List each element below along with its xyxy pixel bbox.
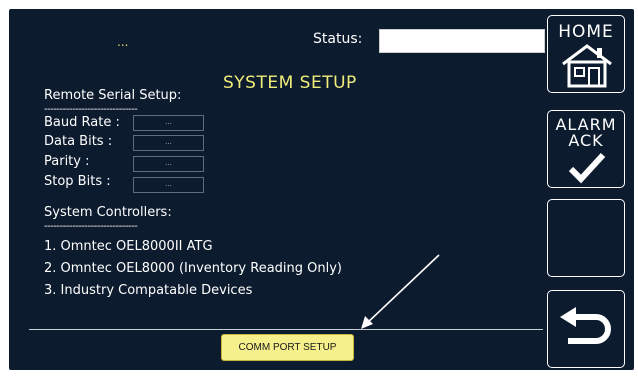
ack-label: ACK xyxy=(568,131,604,150)
controller-item-1: 1. Omntec OEL8000II ATG xyxy=(44,239,213,254)
home-icon xyxy=(562,44,612,88)
data-bits-field[interactable]: ... xyxy=(133,135,204,151)
blank-button[interactable] xyxy=(547,199,625,277)
controller-item-2: 2. Omntec OEL8000 (Inventory Reading Onl… xyxy=(44,261,342,276)
annotation-arrow xyxy=(361,254,440,329)
baud-rate-field[interactable]: ... xyxy=(133,115,204,131)
back-arrow-icon xyxy=(560,307,611,344)
comm-port-setup-button[interactable]: COMM PORT SETUP xyxy=(221,334,354,361)
header-ellipsis: ... xyxy=(117,35,129,49)
status-label: Status: xyxy=(313,31,363,47)
home-button[interactable]: HOME xyxy=(547,15,625,93)
divider-line xyxy=(29,329,543,330)
stop-bits-field[interactable]: ... xyxy=(133,177,204,193)
controller-item-3: 3. Industry Compatable Devices xyxy=(44,283,253,298)
stop-bits-label: Stop Bits : xyxy=(44,174,111,189)
data-bits-label: Data Bits : xyxy=(44,134,113,149)
remote-serial-heading: Remote Serial Setup: xyxy=(44,88,182,103)
system-controllers-heading: System Controllers: xyxy=(44,205,172,220)
alarm-ack-button[interactable]: ALARM ACK xyxy=(547,110,625,188)
remote-serial-separator: ------------------------------ xyxy=(44,104,138,115)
status-field xyxy=(379,29,545,53)
system-setup-screen: ... Status: SYSTEM SETUP Remote Serial S… xyxy=(9,9,634,370)
back-button[interactable] xyxy=(547,290,625,368)
parity-field[interactable]: ... xyxy=(133,156,204,172)
parity-label: Parity : xyxy=(44,154,90,169)
checkmark-icon xyxy=(568,152,606,184)
baud-rate-label: Baud Rate : xyxy=(44,115,120,130)
system-controllers-separator: ------------------------------ xyxy=(44,221,138,232)
home-label: HOME xyxy=(558,22,614,42)
page-title: SYSTEM SETUP xyxy=(223,73,357,93)
